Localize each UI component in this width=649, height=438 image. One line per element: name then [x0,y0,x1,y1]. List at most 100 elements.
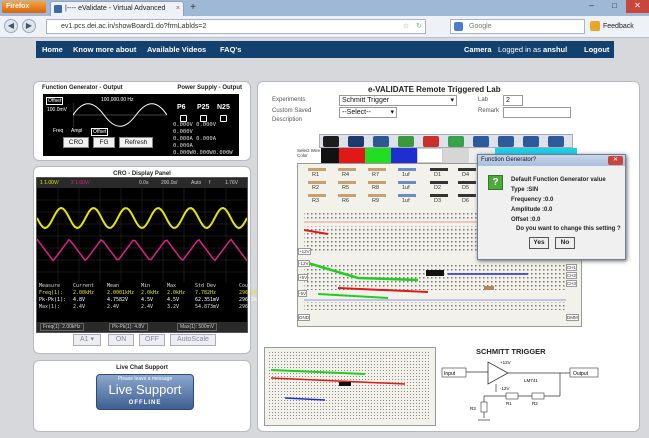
measure-cell: 2.4V [141,304,154,310]
back-step-icon[interactable] [473,136,489,147]
off-button[interactable]: OFF [139,334,165,346]
feedback-button[interactable]: Feedback [590,19,646,34]
experiment-select[interactable]: Schmitt Trigger ▾ [339,95,457,106]
nav-faq[interactable]: FAQ's [220,41,241,58]
lab-number-input[interactable]: 2 [503,95,523,106]
refresh-button[interactable]: Refresh [119,137,153,148]
component-icon[interactable] [308,194,326,197]
fg-button[interactable]: FG [93,137,115,148]
chevron-down-icon: ▾ [390,109,394,116]
component-icon[interactable] [368,168,386,171]
autoscale-button[interactable]: AutoScale [170,334,216,346]
chat-status: OFFLINE [128,400,162,406]
channel-select[interactable]: A1 ▾ [73,334,101,346]
component-icon[interactable] [368,194,386,197]
save-icon[interactable] [373,136,389,147]
nav-videos[interactable]: Available Videos [147,41,206,58]
nav-logout[interactable]: Logout [584,41,609,58]
ps-power-row: 0.000W0.000W0.000W [173,150,233,156]
rail-label: GND [298,314,310,321]
help-icon[interactable] [548,136,564,147]
nav-know-more[interactable]: Know more about [73,41,136,58]
component-icon[interactable] [308,181,326,184]
footer-max: Max(1): 500mV [177,323,218,331]
component-icon[interactable] [430,181,448,184]
open-icon[interactable] [348,136,364,147]
browser-tab[interactable]: |---- eValidate - Virtual Advanced × [50,1,184,16]
component-icon[interactable] [398,181,416,184]
component-icon[interactable] [338,194,356,197]
rail-label: DMM [566,314,579,321]
ps-p25-knob-icon[interactable] [200,115,207,122]
site-nav: Home Know more about Available Videos FA… [36,41,614,58]
component-icon[interactable] [368,181,386,184]
firefox-menu-button[interactable]: Firefox [2,1,46,13]
wire-color-green[interactable] [365,148,391,163]
fg-offset-button[interactable]: Offset [91,128,109,136]
component-icon[interactable] [458,168,476,171]
bookmark-star-icon[interactable]: ☆ [403,20,409,33]
component-icon[interactable] [338,181,356,184]
component-icon[interactable] [458,194,476,197]
wire-color-blue[interactable] [391,148,417,163]
measure-cell: 2.0kHz [167,290,186,296]
nav-camera[interactable]: Camera [464,41,492,58]
component-label: 1uf [402,185,410,191]
measure-col-header: Min [141,283,151,289]
footer-freq: Freq(1): 2.00kHz [40,323,84,331]
new-icon[interactable] [323,136,339,147]
ps-p6-knob-icon[interactable] [180,115,187,122]
maximize-button[interactable]: □ [603,0,626,13]
component-icon[interactable] [458,181,476,184]
circuit-preview [264,347,436,426]
refresh-icon[interactable] [398,136,414,147]
measure-cell: 7.782Hz [195,290,217,296]
nav-home[interactable]: Home [42,41,63,58]
remark-input[interactable] [503,107,571,118]
dialog-close-icon[interactable]: ✕ [608,156,623,165]
component-label: R5 [342,185,350,191]
forward-icon[interactable]: ▶ [22,19,36,33]
component-icon[interactable] [338,168,356,171]
component-icon[interactable] [398,168,416,171]
tab-close-icon[interactable]: × [176,2,180,15]
live-support-button[interactable]: Please leave a message Live Support OFFL… [96,374,194,410]
cro-button[interactable]: CRO [63,137,89,148]
back-icon[interactable]: ◀ [4,19,18,33]
check-icon[interactable] [448,136,464,147]
component-label: D5 [462,185,470,191]
search-input[interactable]: Google [450,19,585,34]
browser-nav-bar: ◀ ▶ ev1.pcs.dei.ac.in/showBoard1.do?frmL… [0,16,649,38]
minimize-button[interactable]: – [580,0,603,13]
ps-n25-knob-icon[interactable] [220,115,227,122]
on-button[interactable]: ON [108,334,134,346]
yes-button[interactable]: Yes [529,237,549,249]
no-button[interactable]: No [555,237,575,249]
google-icon [454,22,463,31]
component-icon[interactable] [308,168,326,171]
url-bar[interactable]: ev1.pcs.dei.ac.in/showBoard1.do?frmLabld… [46,19,426,34]
wire-color-black[interactable] [321,148,339,163]
component-icon[interactable] [430,168,448,171]
wire-color-gray[interactable] [443,148,469,163]
close-window-button[interactable]: ✕ [626,0,649,13]
component-icon[interactable] [398,194,416,197]
component-icon[interactable] [430,194,448,197]
dialog-title-text: Function Generator? [481,157,537,163]
measure-cell: 4.5V [167,297,180,303]
fast-forward-icon[interactable] [498,136,514,147]
channel-select-value: A1 [79,336,89,343]
delete-icon[interactable] [423,136,439,147]
scope-header: 1 1.00V/ 2 1.00V/ 0.0s 200.0s/ Auto f 1.… [37,178,247,188]
wire-color-white[interactable] [417,148,443,163]
component-label: R8 [372,185,380,191]
measure-cell: 2.0kHz [141,290,160,296]
component-label: 1uf [402,172,410,178]
reload-icon[interactable]: ↻ [416,20,422,33]
wire-color-red[interactable] [339,148,365,163]
measure-cell: 296.2k [239,290,258,296]
custom-saved-select[interactable]: --Select-- ▾ [339,107,397,118]
logged-in-prefix: Logged in as [498,45,541,54]
play-icon[interactable] [523,136,539,147]
new-tab-button[interactable]: + [186,2,200,14]
